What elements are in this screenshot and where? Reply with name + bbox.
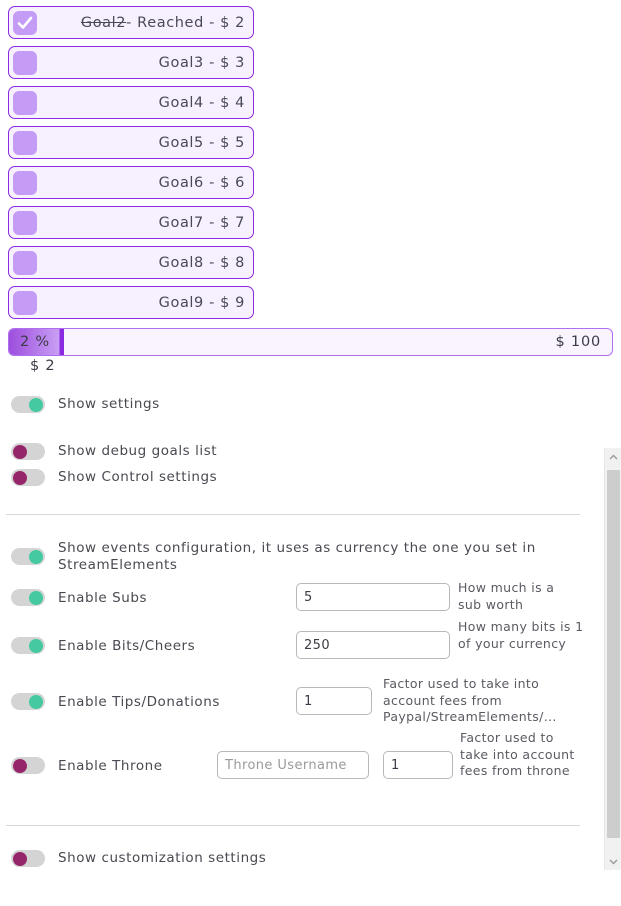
goal-amount-text: Goal4 - $ 4: [158, 94, 245, 111]
goal-amount-text: - Reached - $ 2: [126, 14, 245, 31]
goal-row[interactable]: Goal5 - $ 5: [8, 126, 254, 159]
goal-label: Goal7 - $ 7: [37, 215, 245, 231]
event-row: Enable Subs: [11, 589, 147, 606]
section-divider-top: [6, 514, 580, 515]
event-label: Enable Subs: [58, 589, 148, 606]
goal-checkbox[interactable]: [13, 90, 37, 115]
event-hint-text: Factor used to take into account fees fr…: [383, 676, 557, 724]
goal-amount-text: Goal3 - $ 3: [158, 54, 245, 71]
toggle-row-show-customization-settings[interactable]: Show customization settings: [11, 850, 266, 867]
toggle-enable-bits-cheers[interactable]: [11, 637, 45, 654]
goal-name-struck: Goal2: [80, 14, 127, 31]
toggle-show-events-configuration[interactable]: [11, 548, 45, 565]
toggle-enable-throne[interactable]: [11, 757, 45, 774]
toggle-show-customization-settings[interactable]: [11, 850, 45, 867]
goal-label: Goal4 - $ 4: [37, 95, 245, 111]
goal-row[interactable]: Goal2- Reached - $ 2: [8, 6, 254, 39]
goal-row[interactable]: Goal4 - $ 4: [8, 86, 254, 119]
toggle-knob: [13, 470, 27, 485]
goal-amount-text: Goal5 - $ 5: [158, 134, 245, 151]
toggle-row-show-debug-goals-list[interactable]: Show debug goals list: [11, 443, 217, 460]
goal-progress-bar[interactable]: 2 % $ 100: [8, 328, 613, 356]
toggle-knob: [29, 638, 43, 653]
toggle-row-show-settings[interactable]: Show settings: [11, 396, 160, 413]
toggle-enable-tips-donations[interactable]: [11, 693, 45, 710]
throne-username-input[interactable]: [217, 751, 369, 779]
toggle-knob: [29, 397, 43, 412]
goals-list: Goal2- Reached - $ 2 Goal3 - $ 3 Goal4 - $…: [0, 0, 262, 319]
goal-checkbox[interactable]: [13, 130, 37, 155]
event-value-input[interactable]: [296, 687, 372, 715]
toggle-label-show-customization-settings: Show customization settings: [58, 850, 267, 866]
toggle-enable-subs[interactable]: [11, 589, 45, 606]
goal-label: Goal6 - $ 6: [37, 175, 245, 191]
toggle-knob: [29, 694, 43, 709]
toggle-knob: [13, 851, 27, 866]
goal-label: Goal9 - $ 9: [37, 295, 245, 311]
event-value-input[interactable]: [296, 631, 450, 659]
goal-checkbox-checked[interactable]: [13, 10, 37, 35]
event-hint-text: Factor used to take into account fees fr…: [460, 730, 575, 778]
toggle-show-settings[interactable]: [11, 396, 45, 413]
toggle-row-show-control-settings[interactable]: Show Control settings: [11, 469, 217, 486]
progress-percent-label: 2 %: [20, 334, 51, 350]
check-icon: [17, 16, 33, 29]
goal-widget-settings-panel: Goal2- Reached - $ 2 Goal3 - $ 3 Goal4 - $…: [0, 0, 621, 906]
goal-row[interactable]: Goal6 - $ 6: [8, 166, 254, 199]
toggle-show-debug-goals-list[interactable]: [11, 443, 45, 460]
event-hint-text: How much is a sub worth: [458, 580, 555, 612]
toggle-knob: [13, 444, 27, 459]
goal-checkbox[interactable]: [13, 210, 37, 235]
goal-checkbox[interactable]: [13, 50, 37, 75]
chevron-down-icon: [609, 859, 618, 864]
toggle-row-show-events-configuration[interactable]: Show events configuration, it uses as cu…: [11, 540, 548, 574]
event-row: Enable Bits/Cheers: [11, 637, 195, 654]
event-hint-text: How many bits is 1 of your currency: [458, 619, 584, 651]
toggle-label-show-events-configuration: Show events configuration, it uses as cu…: [58, 540, 536, 573]
toggle-knob: [13, 758, 27, 773]
event-row: Enable Tips/Donations: [11, 693, 220, 710]
progress-current-label: $ 2: [30, 358, 56, 374]
toggle-knob: [29, 590, 43, 605]
toggle-label-show-control-settings: Show Control settings: [58, 469, 218, 485]
scrollbar-up-button[interactable]: [605, 448, 621, 465]
goal-amount-text: Goal6 - $ 6: [158, 174, 245, 191]
goal-label: Goal2- Reached - $ 2: [37, 15, 245, 31]
progress-max-label: $ 100: [555, 334, 601, 350]
goal-row[interactable]: Goal3 - $ 3: [8, 46, 254, 79]
scrollbar-thumb[interactable]: [607, 470, 620, 838]
event-value-input[interactable]: [296, 583, 450, 611]
event-row: Enable Throne: [11, 757, 163, 774]
event-label: Enable Bits/Cheers: [58, 637, 196, 654]
toggle-label-show-debug-goals-list: Show debug goals list: [58, 443, 218, 459]
goal-label: Goal3 - $ 3: [37, 55, 245, 71]
event-value-input[interactable]: [383, 751, 453, 779]
goal-checkbox[interactable]: [13, 290, 37, 315]
section-divider-bottom: [6, 825, 580, 826]
goal-row[interactable]: Goal7 - $ 7: [8, 206, 254, 239]
progress-track: 2 % $ 100: [8, 328, 613, 356]
goal-checkbox[interactable]: [13, 170, 37, 195]
toggle-knob: [29, 549, 43, 564]
toggle-show-control-settings[interactable]: [11, 469, 45, 486]
vertical-scrollbar[interactable]: [604, 448, 621, 870]
toggle-label-show-settings: Show settings: [58, 396, 160, 412]
goal-row[interactable]: Goal9 - $ 9: [8, 286, 254, 319]
goal-amount-text: Goal8 - $ 8: [158, 254, 245, 271]
event-label: Enable Tips/Donations: [58, 693, 220, 710]
goal-label: Goal8 - $ 8: [37, 255, 245, 271]
chevron-up-icon: [609, 454, 618, 459]
scrollbar-down-button[interactable]: [605, 853, 621, 870]
event-label: Enable Throne: [58, 757, 163, 774]
goal-amount-text: Goal9 - $ 9: [158, 294, 245, 311]
goal-amount-text: Goal7 - $ 7: [158, 214, 245, 231]
goal-label: Goal5 - $ 5: [37, 135, 245, 151]
goal-checkbox[interactable]: [13, 250, 37, 275]
goal-row[interactable]: Goal8 - $ 8: [8, 246, 254, 279]
